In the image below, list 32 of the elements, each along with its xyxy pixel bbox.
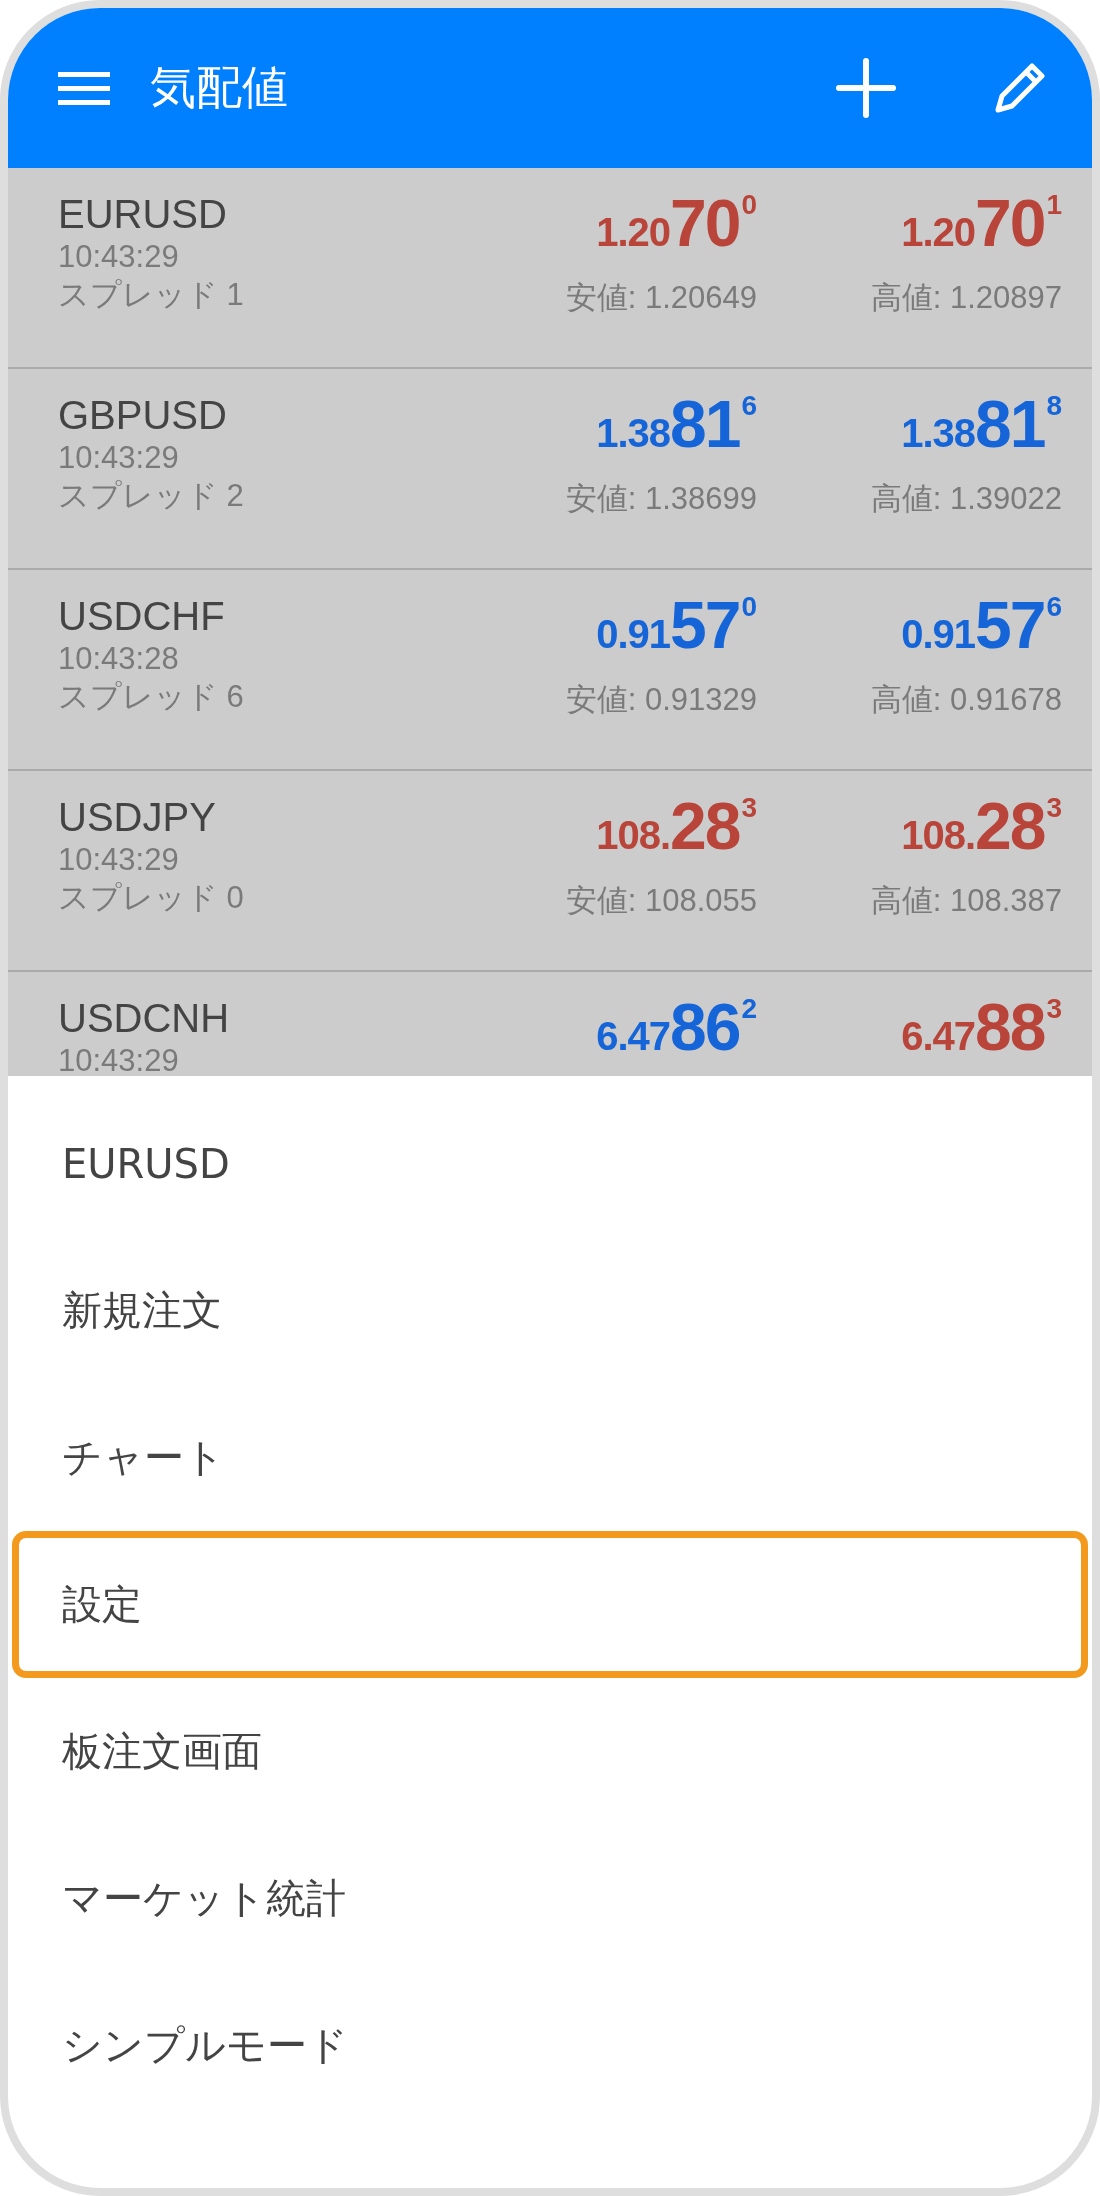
high-price: 高値: 108.387: [870, 882, 1062, 920]
menu-item[interactable]: シンプルモード: [12, 1972, 1088, 2119]
quote-time: 10:43:29: [58, 238, 180, 276]
spread-text: スプレッド 2: [58, 477, 245, 515]
spread-text: スプレッド 1: [58, 276, 245, 314]
symbol-name: USDCNH: [58, 995, 231, 1042]
low-price: 安値: 1.20649: [565, 279, 757, 317]
high-price: 高値: 1.39022: [870, 480, 1062, 518]
menu-item[interactable]: EURUSD: [12, 1090, 1088, 1237]
spread-text: スプレッド 0: [58, 879, 245, 917]
high-price: 高値: 0.91678: [870, 681, 1062, 719]
menu-item[interactable]: チャート: [12, 1384, 1088, 1531]
quote-time: 10:43:29: [58, 439, 180, 477]
menu-item[interactable]: 板注文画面: [12, 1678, 1088, 1825]
menu-item[interactable]: 設定: [12, 1531, 1088, 1678]
symbol-name: EURUSD: [58, 191, 228, 238]
symbol-name: USDCHF: [58, 593, 226, 640]
quote-time: 10:43:29: [58, 1042, 180, 1076]
menu-item[interactable]: 新規注文: [12, 1237, 1088, 1384]
quote-time: 10:43:29: [58, 841, 180, 879]
high-price: 高値: 1.20897: [870, 279, 1062, 317]
symbol-name: USDJPY: [58, 794, 217, 841]
symbol-name: GBPUSD: [58, 392, 228, 439]
low-price: 安値: 0.91329: [565, 681, 757, 719]
menu-icon[interactable]: [58, 70, 110, 106]
spread-text: スプレッド 6: [58, 678, 245, 716]
add-icon[interactable]: [836, 58, 896, 118]
low-price: 安値: 1.38699: [565, 480, 757, 518]
menu-item[interactable]: マーケット統計: [12, 1825, 1088, 1972]
quote-time: 10:43:28: [58, 640, 180, 678]
low-price: 安値: 108.055: [565, 882, 757, 920]
screen-title: 気配値: [150, 59, 288, 116]
